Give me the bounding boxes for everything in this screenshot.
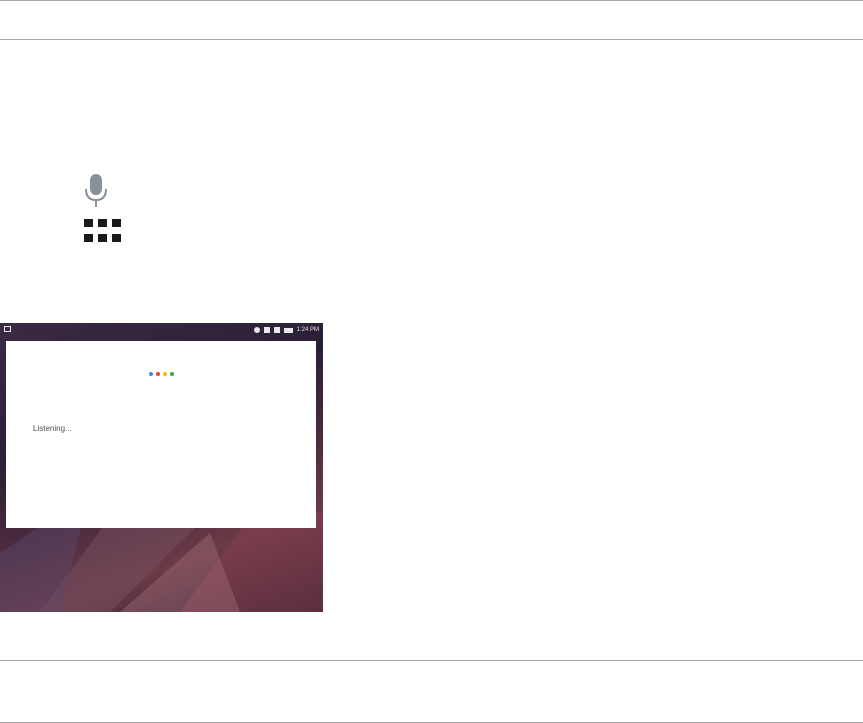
assistant-dot-blue	[149, 372, 153, 376]
listening-text: Listening...	[33, 424, 72, 433]
top-rule	[0, 0, 863, 1]
microphone-icon	[85, 174, 107, 207]
tablet-screenshot: 1:24 PM Listening...	[0, 323, 323, 612]
assistant-dot-yellow	[163, 372, 167, 376]
assistant-card: Listening...	[6, 341, 316, 528]
notification-icon	[4, 326, 11, 332]
signal-icon	[273, 327, 280, 333]
assistant-dot-green	[170, 372, 174, 376]
apps-grid-icon	[84, 219, 121, 242]
battery-icon	[283, 327, 293, 333]
assistant-dot-red	[156, 372, 160, 376]
status-bar: 1:24 PM	[0, 323, 323, 337]
header-rule	[0, 39, 863, 40]
assistant-dots-icon	[149, 372, 174, 376]
status-time: 1:24 PM	[296, 327, 319, 333]
wifi-icon	[263, 327, 270, 333]
footer-rule	[0, 660, 863, 661]
alarm-icon	[253, 327, 260, 333]
